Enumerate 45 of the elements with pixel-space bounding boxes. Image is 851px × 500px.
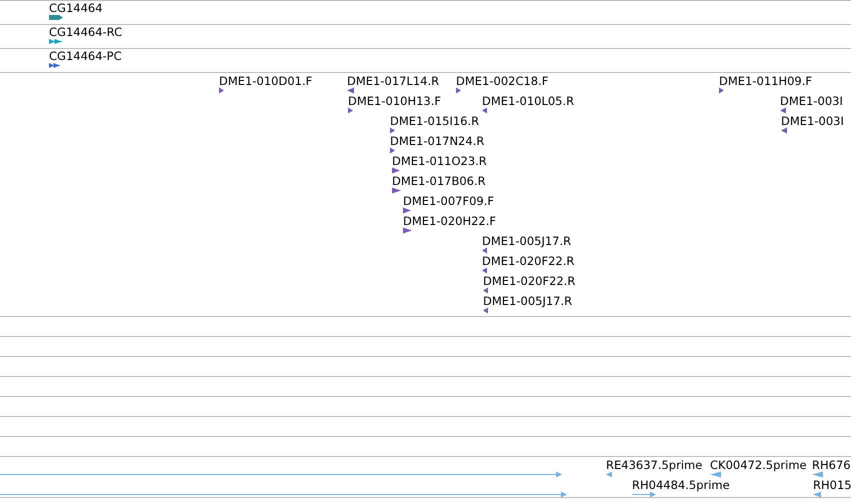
- feature-label: DME1-005J17.R: [482, 235, 572, 247]
- feature-label: DME1-005J17.R: [483, 295, 572, 307]
- feature-arrow-icon[interactable]: [219, 87, 224, 94]
- feature-arrow-icon[interactable]: [456, 87, 461, 94]
- feature-label: DME1-020F22.R: [482, 255, 574, 267]
- feature-arrow-icon[interactable]: [719, 87, 724, 94]
- feature-label: DME1-010D01.F: [219, 75, 312, 87]
- feature-label: DME1-020F22.R: [483, 275, 576, 287]
- feature-label: RH04484.5prime: [632, 479, 730, 491]
- feature-arrow-icon[interactable]: [49, 14, 63, 21]
- feature-arrow-icon[interactable]: [482, 267, 487, 274]
- feature-label: CG14464: [49, 2, 103, 14]
- feature-arrow-icon[interactable]: [390, 127, 395, 134]
- feature-arrow-icon[interactable]: [483, 307, 488, 314]
- feature-label: DME1-011H09.F: [719, 75, 812, 87]
- feature-arrow-icon[interactable]: [482, 247, 487, 254]
- feature-label: DME1-015I16.R: [390, 115, 480, 127]
- feature-label: DME1-003I: [781, 115, 844, 127]
- feature-label: CG14464-RC: [49, 26, 122, 38]
- feature-label: DME1-007F09.F: [403, 195, 494, 207]
- feature-label: DME1-010H13.F: [348, 95, 442, 107]
- feature-arrow-icon[interactable]: [392, 167, 400, 174]
- feature-label: DME1-011O23.R: [392, 155, 487, 167]
- feature-arrow-icon[interactable]: [483, 287, 488, 294]
- feature-label: CK00472.5prime: [710, 459, 807, 471]
- feature-label: DME1-017L14.R: [347, 75, 440, 87]
- feature-label: DME1-017B06.R: [392, 175, 486, 187]
- feature-label: DME1-020H22.F: [403, 215, 496, 227]
- feature-arrow-icon[interactable]: [403, 207, 411, 214]
- feature-label: CG14464-PC: [49, 50, 122, 62]
- feature-arrow-icon[interactable]: [403, 227, 412, 234]
- feature-label: DME1-017N24.R: [390, 135, 484, 147]
- feature-label: RH015: [813, 479, 851, 491]
- feature-label: DME1-002C18.F: [456, 75, 548, 87]
- feature-arrow-icon[interactable]: [390, 147, 395, 154]
- feature-arrow-icon[interactable]: [347, 87, 354, 94]
- feature-arrow-icon[interactable]: [482, 107, 487, 114]
- feature-label: DME1-003I: [780, 95, 843, 107]
- feature-arrow-icon[interactable]: [348, 107, 353, 114]
- feature-arrow-icon[interactable]: [392, 187, 401, 194]
- feature-arrow-icon[interactable]: [781, 127, 787, 134]
- feature-arrow-icon[interactable]: [780, 107, 786, 114]
- feature-label: DME1-010L05.R: [482, 95, 574, 107]
- feature-label: RE43637.5prime: [606, 459, 702, 471]
- feature-label: RH676: [812, 459, 851, 471]
